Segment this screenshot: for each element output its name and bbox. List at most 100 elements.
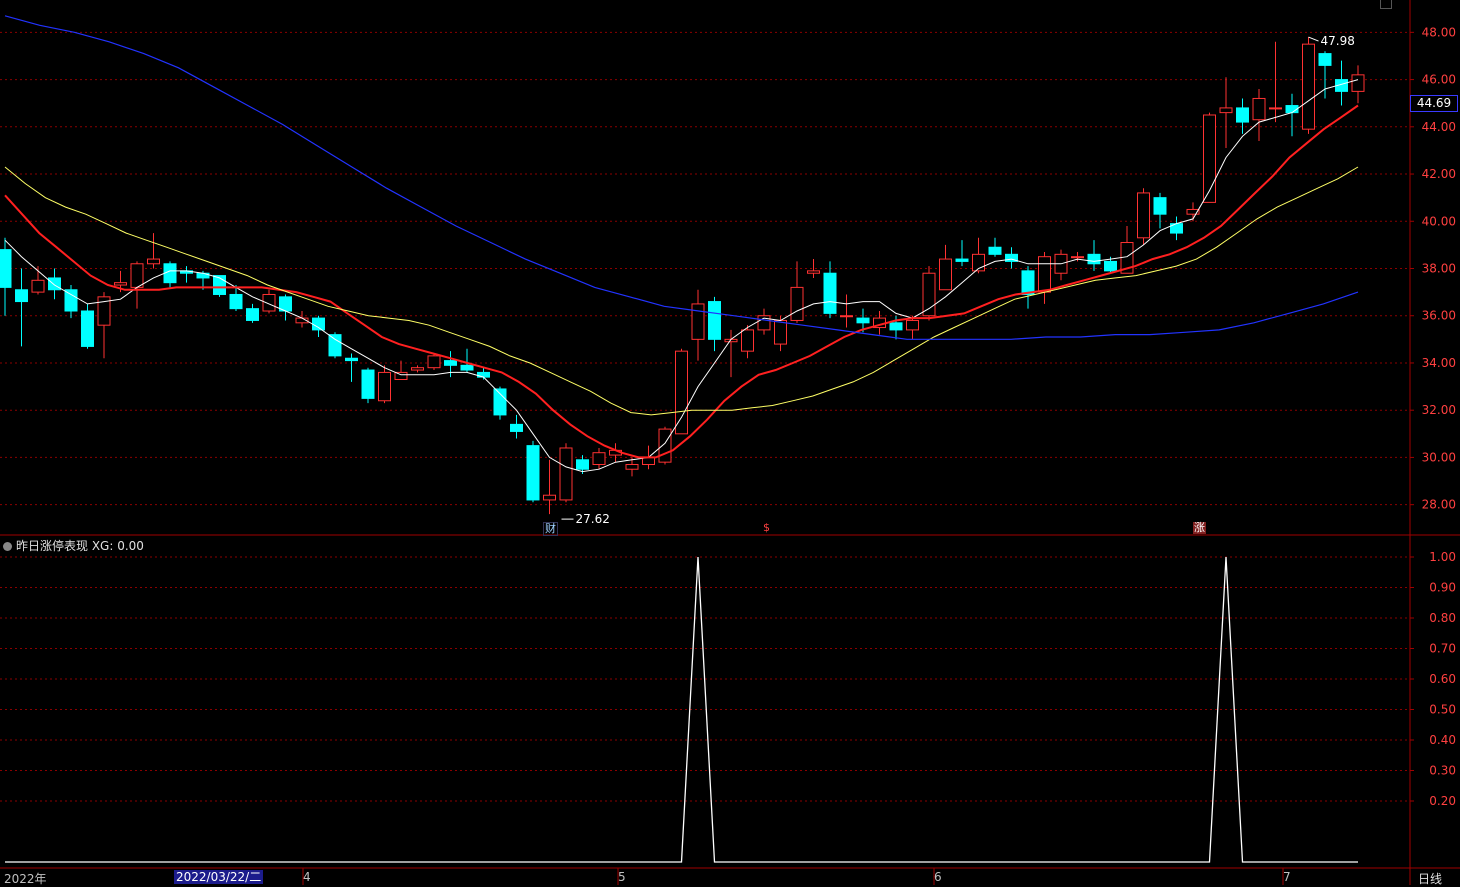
indicator-tick-label: 0.70: [1429, 642, 1456, 656]
candle-up[interactable]: [559, 447, 573, 501]
price-tick-label: 38.00: [1422, 262, 1456, 276]
candle-down[interactable]: [477, 371, 490, 378]
candle-up[interactable]: [790, 286, 804, 321]
candle-up[interactable]: [1351, 74, 1365, 92]
price-tick-label: 48.00: [1422, 25, 1456, 39]
candle-down[interactable]: [708, 301, 721, 340]
candle-up[interactable]: [31, 279, 45, 293]
period-selector[interactable]: 日线: [1418, 870, 1442, 887]
candle-down[interactable]: [856, 317, 870, 324]
finance-event-mark[interactable]: 财: [543, 522, 558, 536]
candle-down[interactable]: [823, 272, 837, 314]
candle-up[interactable]: [1252, 97, 1266, 121]
last-price-tag: 44.69: [1410, 95, 1458, 112]
indicator-title: 昨日涨停表现 XG: 0.00: [16, 539, 144, 553]
candle-down[interactable]: [444, 360, 457, 366]
candle-up[interactable]: [675, 350, 688, 435]
candle-up[interactable]: [1038, 256, 1051, 293]
month-label-4: 4: [303, 870, 311, 884]
candle-down[interactable]: [1021, 270, 1035, 295]
ma-line-ma60: [4, 15, 1359, 340]
candle-down[interactable]: [312, 317, 325, 331]
candle-down[interactable]: [328, 334, 342, 357]
price-tick-label: 34.00: [1422, 356, 1456, 370]
price-tick-label: 32.00: [1422, 403, 1456, 417]
candle-down[interactable]: [1153, 197, 1167, 215]
price-tick-label: 44.00: [1422, 120, 1456, 134]
candle-down[interactable]: [345, 357, 358, 362]
dividend-event-mark[interactable]: $: [762, 522, 771, 534]
candle-down[interactable]: [1318, 53, 1332, 66]
year-label: 2022年: [4, 872, 47, 886]
candle-down[interactable]: [493, 388, 507, 416]
indicator-tick-label: 0.90: [1429, 581, 1456, 595]
candle-up[interactable]: [378, 371, 391, 402]
candle-up[interactable]: [840, 315, 853, 318]
price-tick-label: 28.00: [1422, 498, 1456, 512]
candle-up[interactable]: [691, 303, 705, 340]
candle-down[interactable]: [955, 258, 969, 262]
candle-up[interactable]: [592, 452, 606, 466]
price-tick-label: 40.00: [1422, 214, 1456, 228]
candle-down[interactable]: [1104, 260, 1117, 272]
candle-down[interactable]: [576, 459, 589, 470]
month-label-5: 5: [618, 870, 626, 884]
candle-up[interactable]: [625, 464, 639, 470]
indicator-tick-label: 0.50: [1429, 703, 1456, 717]
indicator-tick-label: 0.40: [1429, 733, 1456, 747]
candle-up[interactable]: [427, 355, 441, 369]
low-annotation: 27.62: [576, 512, 610, 526]
candle-down[interactable]: [15, 289, 28, 303]
candle-up[interactable]: [1302, 43, 1315, 130]
candle-down[interactable]: [460, 364, 474, 371]
candle-down[interactable]: [526, 445, 540, 501]
month-label-6: 6: [934, 870, 942, 884]
candle-down[interactable]: [64, 289, 78, 312]
candle-down[interactable]: [0, 249, 12, 288]
indicator-header: 昨日涨停表现 XG: 0.00: [3, 537, 144, 554]
price-tick-label: 42.00: [1422, 167, 1456, 181]
candle-down[interactable]: [1087, 253, 1101, 265]
candle-up[interactable]: [1219, 107, 1233, 114]
candle-up[interactable]: [262, 293, 276, 312]
stock-chart[interactable]: 28.00 30.00 32.00 34.00 36.00 38.00 40.00 42.00…: [0, 0, 1460, 885]
indicator-tick-label: 1.00: [1429, 550, 1456, 564]
indicator-tick-label: 0.30: [1429, 764, 1456, 778]
candle-up[interactable]: [922, 272, 936, 317]
candle-down[interactable]: [889, 322, 903, 331]
high-arrow: [1308, 36, 1319, 42]
candle-up[interactable]: [130, 263, 144, 288]
candle-up[interactable]: [774, 319, 787, 345]
date-cursor-label: 2022/03/22/二: [174, 870, 264, 884]
price-tick-label: 30.00: [1422, 450, 1456, 464]
limit-up-event-mark[interactable]: 涨: [1193, 522, 1206, 534]
candle-up[interactable]: [1137, 192, 1150, 239]
high-annotation: 47.98: [1321, 34, 1355, 48]
candle-down[interactable]: [361, 369, 375, 399]
candle-down[interactable]: [81, 310, 94, 347]
candle-up[interactable]: [1203, 114, 1216, 203]
month-label-7: 7: [1283, 870, 1291, 884]
indicator-toggle-icon[interactable]: [3, 542, 12, 551]
candle-up[interactable]: [807, 270, 820, 274]
indicator-tick-label: 0.60: [1429, 672, 1456, 686]
candle-down[interactable]: [1236, 107, 1249, 123]
candle-up[interactable]: [906, 319, 919, 331]
candle-up[interactable]: [741, 329, 754, 352]
candle-up[interactable]: [1071, 256, 1084, 259]
indicator-tick-label: 0.80: [1429, 611, 1456, 625]
price-tick-label: 46.00: [1422, 73, 1456, 87]
candle-down[interactable]: [988, 246, 1002, 255]
candle-up[interactable]: [1269, 107, 1282, 110]
candle-up[interactable]: [114, 282, 127, 286]
candle-up[interactable]: [411, 367, 424, 371]
candle-down[interactable]: [510, 423, 523, 432]
indicator-tick-label: 0.20: [1429, 794, 1456, 808]
candle-down[interactable]: [229, 293, 243, 310]
candle-up[interactable]: [147, 258, 160, 265]
candle-down[interactable]: [246, 308, 259, 321]
window-restore-icon[interactable]: [1380, 0, 1392, 9]
candle-up[interactable]: [543, 494, 556, 501]
candle-up[interactable]: [658, 428, 672, 463]
candle-up[interactable]: [939, 258, 952, 291]
